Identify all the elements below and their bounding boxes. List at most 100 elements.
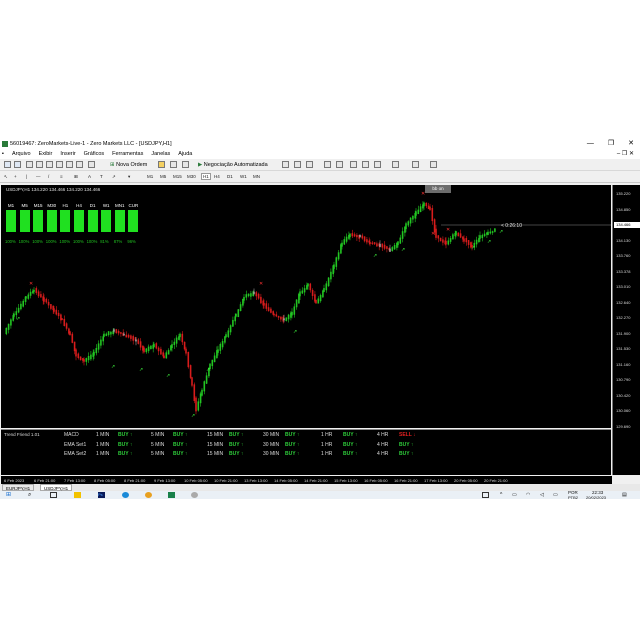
chart-shift-icon[interactable] <box>374 161 381 168</box>
network-icon[interactable]: ▭ <box>512 492 519 498</box>
chart-menu-icon[interactable]: ▪ <box>0 150 8 159</box>
candle-body <box>351 233 354 237</box>
candlestick-icon[interactable] <box>294 161 301 168</box>
algo-trading-button[interactable]: ▶ Negociação Automatizada <box>196 161 270 169</box>
menu-inserir[interactable]: Inserir <box>56 150 79 159</box>
crosshair-icon[interactable]: + <box>14 174 17 179</box>
tf-d1[interactable]: D1 <box>227 174 233 179</box>
profiles-icon[interactable] <box>14 161 21 168</box>
market-watch-icon[interactable] <box>26 161 33 168</box>
templates-icon[interactable] <box>430 161 437 168</box>
tf-h1[interactable]: H1 <box>201 173 211 180</box>
trendline-icon[interactable]: / <box>48 174 49 179</box>
candle-body <box>335 257 338 267</box>
autoscroll-icon[interactable] <box>362 161 369 168</box>
trade-icon[interactable] <box>170 161 177 168</box>
candle-body <box>75 349 77 357</box>
candle-body <box>181 333 184 343</box>
task-view-icon[interactable] <box>50 492 57 498</box>
tab-usdjpy[interactable]: USDJPY,H1 <box>40 484 73 491</box>
bar-chart-icon[interactable] <box>282 161 289 168</box>
close-button[interactable]: ✕ <box>628 138 634 150</box>
search-icon[interactable]: ⌕ <box>28 492 35 498</box>
candle-body <box>250 293 252 297</box>
windows-start-icon[interactable]: ⊞ <box>6 492 13 498</box>
grid-icon[interactable] <box>88 161 95 168</box>
mdi-controls[interactable]: – ❐ ✕ <box>617 150 634 159</box>
chart-window-icon[interactable] <box>76 161 83 168</box>
metaeditor-icon[interactable] <box>158 161 165 168</box>
volume-icon[interactable]: ◁ <box>540 492 547 498</box>
minimize-button[interactable]: — <box>587 138 594 150</box>
tab-eurjpy[interactable]: EURJPY,H1 <box>2 484 35 491</box>
mtf-percent-label: 100% <box>73 239 84 244</box>
zoom-out-icon[interactable] <box>336 161 343 168</box>
buy-arrow-icon: ↗ <box>401 247 405 253</box>
menu-graficos[interactable]: Gráficos <box>80 150 108 159</box>
menu-janelas[interactable]: Janelas <box>147 150 174 159</box>
candle-body <box>33 289 35 292</box>
signals-icon[interactable] <box>182 161 189 168</box>
edge-icon[interactable] <box>122 492 129 498</box>
trend-cell: 30 MIN BUY ↑ <box>263 442 299 448</box>
price-scale[interactable]: 135.220 134.850 134.130 133.760 133.378 133.0… <box>612 185 640 475</box>
tf-m1[interactable]: M1 <box>147 174 153 179</box>
app-icon-extra[interactable] <box>191 492 198 498</box>
keyboard-layout[interactable]: PTB2 <box>568 496 578 500</box>
candle-body <box>291 311 293 316</box>
shapes-icon[interactable]: ▾ <box>128 174 130 180</box>
file-explorer-icon[interactable] <box>74 492 81 498</box>
candle-body <box>273 313 275 316</box>
menu-ajuda[interactable]: Ajuda <box>174 150 196 159</box>
label-icon[interactable]: T <box>100 174 103 179</box>
menu-ferramentas[interactable]: Ferramentas <box>108 150 147 159</box>
battery-icon[interactable]: ▭ <box>553 492 560 498</box>
data-window-icon[interactable] <box>36 161 43 168</box>
current-price-tag: 134.466 <box>614 222 640 228</box>
cursor-icon[interactable]: ↖ <box>4 174 8 180</box>
metatrader-taskbar-icon[interactable] <box>168 492 175 498</box>
tf-mn[interactable]: MN <box>253 174 260 179</box>
notifications-icon[interactable]: ▤ <box>622 492 629 498</box>
tf-w1[interactable]: W1 <box>240 174 247 179</box>
tf-m5[interactable]: M5 <box>160 174 166 179</box>
price-level-label: 131.160 <box>616 361 631 367</box>
photoshop-icon[interactable]: Ps <box>98 492 105 498</box>
price-level-label: 129.690 <box>616 423 631 429</box>
candle-body <box>333 264 335 269</box>
vertical-line-icon[interactable]: | <box>26 174 27 179</box>
tray-up-icon[interactable]: ^ <box>500 492 507 498</box>
navigator-icon[interactable] <box>46 161 53 168</box>
indicators-icon[interactable] <box>392 161 399 168</box>
candle-body <box>123 333 125 336</box>
tf-h4[interactable]: H4 <box>214 174 220 179</box>
tf-m30[interactable]: M30 <box>187 174 196 179</box>
tester-icon[interactable] <box>66 161 73 168</box>
trend-timeframe: 1 HR <box>321 451 333 457</box>
line-chart-icon[interactable] <box>306 161 313 168</box>
clock-date[interactable]: 20/02/2023 <box>586 496 606 500</box>
chrome-icon[interactable] <box>145 492 152 498</box>
candle-body <box>224 336 226 343</box>
maximize-button[interactable]: ❐ <box>608 138 614 150</box>
equidistant-channel-icon[interactable]: ≡ <box>60 174 63 179</box>
candle-body <box>489 231 492 234</box>
arrow-icon[interactable]: ↗ <box>112 174 116 180</box>
periods-icon[interactable] <box>412 161 419 168</box>
text-icon[interactable]: A <box>88 174 91 179</box>
price-chart[interactable]: ↗ ✕ ↗ ↗ ↗ ↗ ↗ ✕ ↗ ↗ ↗ ✕ ✕ ✕ ↗ ↗ ↗ USDJPY,H1 134.220 134.… <box>1 185 611 428</box>
new-chart-icon[interactable] <box>4 161 11 168</box>
tf-m15[interactable]: M15 <box>173 174 182 179</box>
tile-windows-icon[interactable] <box>350 161 357 168</box>
zoom-in-icon[interactable] <box>324 161 331 168</box>
menu-arquivo[interactable]: Arquivo <box>8 150 35 159</box>
bb-toggle-button[interactable]: bb on <box>425 185 451 193</box>
menu-exibir[interactable]: Exibir <box>35 150 57 159</box>
fibonacci-icon[interactable]: ⊞ <box>74 174 78 180</box>
trend-timeframe: 15 MIN <box>207 441 224 448</box>
terminal-icon[interactable] <box>56 161 63 168</box>
horizontal-line-icon[interactable]: — <box>36 174 41 179</box>
new-order-button[interactable]: ⊞ Nova Ordem <box>108 161 149 169</box>
wifi-icon[interactable]: ◠ <box>526 492 533 498</box>
keyboard-icon[interactable] <box>482 492 489 498</box>
